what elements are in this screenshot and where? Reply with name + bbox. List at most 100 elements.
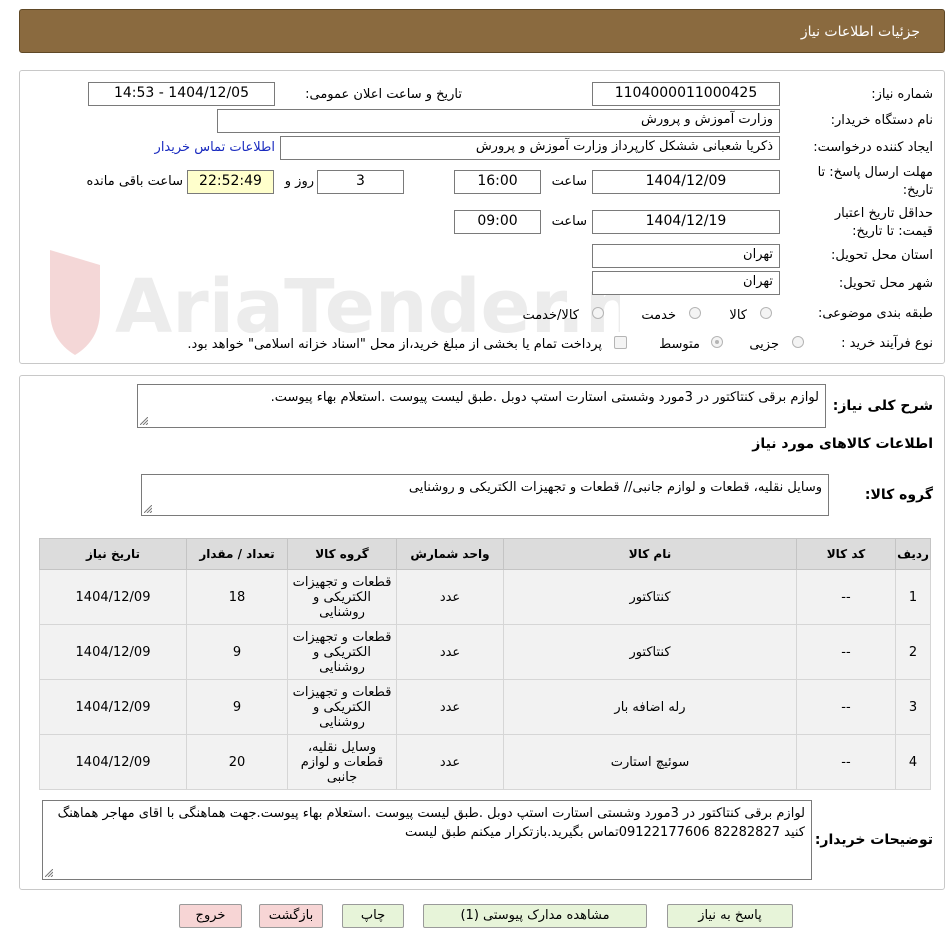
table-header-row: ردیف کد کالا نام کالا واحد شمارش گروه کا… [39, 538, 931, 570]
cell-unit: عدد [396, 569, 504, 625]
cell-row: 2 [895, 624, 931, 680]
deadline-time-field: 16:00 [454, 170, 541, 194]
buyer-notes-text: لوازم برقی کنتاکتور در 3مورد وشستی استار… [57, 806, 805, 840]
cell-code: -- [796, 679, 896, 735]
col-row: ردیف [895, 538, 931, 570]
announce-datetime-field: 1404/12/05 - 14:53 [88, 82, 275, 106]
need-number-label: شماره نیاز: [871, 87, 933, 102]
category-radio-goods[interactable] [760, 307, 772, 319]
table-row: 2 -- کنتاکتور عدد قطعات و تجهیزات الکتری… [39, 624, 931, 680]
page-title: جزئیات اطلاعات نیاز [800, 24, 920, 40]
cell-date: 1404/12/09 [39, 734, 187, 790]
validity-time-label: ساعت [551, 214, 587, 229]
category-option-service: خدمت [641, 308, 676, 323]
province-field: تهران [592, 244, 780, 268]
deadline-date-field: 1404/12/09 [592, 170, 780, 194]
cell-date: 1404/12/09 [39, 569, 187, 625]
category-radio-service[interactable] [689, 307, 701, 319]
process-radio-medium[interactable] [711, 336, 723, 348]
cell-date: 1404/12/09 [39, 624, 187, 680]
validity-label-date: قیمت: تا تاریخ: [852, 224, 933, 239]
cell-group: قطعات و تجهیزات الکتریکی و روشنایی [287, 624, 397, 680]
process-option-medium: متوسط [659, 337, 700, 352]
cell-unit: عدد [396, 624, 504, 680]
summary-textarea[interactable]: لوازم برقی کنتاکتور در 3مورد وشستی استار… [137, 384, 826, 428]
col-group: گروه کالا [287, 538, 397, 570]
buyer-notes-label: توضیحات خریدار: [814, 832, 933, 848]
col-unit: واحد شمارش [396, 538, 504, 570]
col-name: نام کالا [503, 538, 797, 570]
back-button[interactable]: بازگشت [259, 904, 323, 928]
category-option-goods: کالا [729, 308, 747, 323]
cell-unit: عدد [396, 679, 504, 735]
cell-row: 4 [895, 734, 931, 790]
cell-code: -- [796, 569, 896, 625]
resize-grip-icon[interactable] [144, 505, 152, 513]
cell-group: قطعات و تجهیزات الکتریکی و روشنایی [287, 569, 397, 625]
validity-time-field: 09:00 [454, 210, 541, 234]
cell-group: قطعات و تجهیزات الکتریکی و روشنایی [287, 679, 397, 735]
summary-label: شرح کلی نیاز: [832, 398, 933, 414]
cell-name: سوئیچ استارت [503, 734, 797, 790]
validity-label: حداقل تاریخ اعتبار [834, 206, 933, 221]
attachments-button[interactable]: مشاهده مدارک پیوستی (1) [423, 904, 647, 928]
cell-name: رله اضافه بار [503, 679, 797, 735]
resize-grip-icon[interactable] [45, 869, 53, 877]
summary-text: لوازم برقی کنتاکتور در 3مورد وشستی استار… [270, 390, 819, 405]
category-option-goods-service: کالا/خدمت [522, 308, 579, 323]
cell-group: وسایل نقلیه، قطعات و لوازم جانبی [287, 734, 397, 790]
province-label: استان محل تحویل: [831, 248, 933, 263]
table-row: 1 -- کنتاکتور عدد قطعات و تجهیزات الکتری… [39, 569, 931, 625]
process-option-minor: جزیی [749, 337, 779, 352]
cell-code: -- [796, 624, 896, 680]
treasury-note: پرداخت تمام یا بخشی از مبلغ خرید،از محل … [187, 337, 602, 352]
treasury-checkbox[interactable] [614, 336, 627, 349]
buyer-org-field: وزارت آموزش و پرورش [217, 109, 780, 133]
validity-date-field: 1404/12/19 [592, 210, 780, 234]
cell-row: 3 [895, 679, 931, 735]
days-label: روز و [284, 174, 314, 189]
announce-label: تاریخ و ساعت اعلان عمومی: [305, 87, 462, 102]
goods-group-text: وسایل نقلیه، قطعات و لوازم جانبی// قطعات… [408, 480, 822, 495]
exit-button[interactable]: خروج [179, 904, 242, 928]
table-row: 4 -- سوئیچ استارت عدد وسایل نقلیه، قطعات… [39, 734, 931, 790]
category-radio-goods-service[interactable] [592, 307, 604, 319]
resize-grip-icon[interactable] [140, 417, 148, 425]
category-label: طبقه بندی موضوعی: [817, 306, 933, 321]
goods-group-label: گروه کالا: [864, 487, 933, 503]
col-code: کد کالا [796, 538, 896, 570]
cell-qty: 9 [186, 679, 288, 735]
cell-name: کنتاکتور [503, 624, 797, 680]
deadline-time-label: ساعت [551, 174, 587, 189]
cell-date: 1404/12/09 [39, 679, 187, 735]
process-label: نوع فرآیند خرید : [841, 336, 933, 351]
days-count-field: 3 [317, 170, 404, 194]
deadline-label-date: تاریخ: [902, 183, 933, 198]
goods-group-textarea[interactable]: وسایل نقلیه، قطعات و لوازم جانبی// قطعات… [141, 474, 829, 516]
process-radio-minor[interactable] [792, 336, 804, 348]
cell-qty: 18 [186, 569, 288, 625]
cell-row: 1 [895, 569, 931, 625]
city-label: شهر محل تحویل: [838, 276, 933, 291]
col-qty: تعداد / مقدار [186, 538, 288, 570]
goods-table: ردیف کد کالا نام کالا واحد شمارش گروه کا… [39, 538, 931, 790]
reply-button[interactable]: پاسخ به نیاز [667, 904, 793, 928]
cell-unit: عدد [396, 734, 504, 790]
print-button[interactable]: چاپ [342, 904, 404, 928]
buyer-notes-textarea[interactable]: لوازم برقی کنتاکتور در 3مورد وشستی استار… [42, 800, 812, 880]
cell-qty: 20 [186, 734, 288, 790]
cell-qty: 9 [186, 624, 288, 680]
creator-label: ایجاد کننده درخواست: [813, 140, 933, 155]
cell-name: کنتاکتور [503, 569, 797, 625]
remaining-time-field: 22:52:49 [187, 170, 274, 194]
cell-code: -- [796, 734, 896, 790]
table-row: 3 -- رله اضافه بار عدد قطعات و تجهیزات ا… [39, 679, 931, 735]
buyer-contact-link[interactable]: اطلاعات تماس خریدار [155, 140, 275, 155]
goods-section-title: اطلاعات کالاهای مورد نیاز [752, 436, 933, 452]
creator-field: ذکریا شعبانی ششکل کارپرداز وزارت آموزش و… [280, 136, 780, 160]
deadline-label: مهلت ارسال پاسخ: تا [817, 165, 933, 180]
need-number-field: 1104000011000425 [592, 82, 780, 106]
buyer-org-label: نام دستگاه خریدار: [830, 113, 933, 128]
col-date: تاریخ نیاز [39, 538, 187, 570]
remaining-time-label: ساعت باقی مانده [86, 174, 183, 189]
